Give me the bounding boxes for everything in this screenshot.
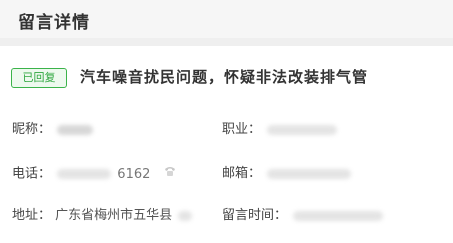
message-title: 汽车噪音扰民问题，怀疑非法改装排气管 <box>80 68 369 86</box>
address-value: 广东省梅州市五华县 <box>55 208 173 223</box>
time-value-redacted <box>293 210 384 221</box>
phone-value-tail: 6162 <box>117 166 151 182</box>
phone-value-redacted <box>57 169 112 179</box>
phone-icon[interactable] <box>163 164 177 184</box>
email-value-redacted <box>267 168 352 179</box>
address-label: 地址： <box>12 208 52 223</box>
page-title: 留言详情 <box>18 13 90 33</box>
message-topic: 已回复 汽车噪音扰民问题，怀疑非法改装排气管 <box>11 66 451 92</box>
occupation-field: 职业： <box>222 120 338 140</box>
status-badge: 已回复 <box>11 68 67 88</box>
address-value-redacted <box>178 210 193 221</box>
occupation-label: 职业： <box>222 122 262 137</box>
occupation-value-redacted <box>267 124 338 135</box>
phone-label: 电话： <box>12 166 52 182</box>
nickname-label: 昵称： <box>12 122 52 137</box>
email-label: 邮箱： <box>222 166 262 181</box>
time-field: 留言时间： <box>222 206 384 226</box>
phone-field: 电话： 6162 <box>12 164 177 184</box>
page-header: 留言详情 <box>0 0 453 38</box>
email-field: 邮箱： <box>222 164 352 184</box>
time-label: 留言时间： <box>222 208 288 223</box>
nickname-value-redacted <box>57 124 94 135</box>
nickname-field: 昵称： <box>12 120 94 140</box>
address-field: 地址： 广东省梅州市五华县 <box>12 206 193 226</box>
section-divider <box>0 38 453 46</box>
